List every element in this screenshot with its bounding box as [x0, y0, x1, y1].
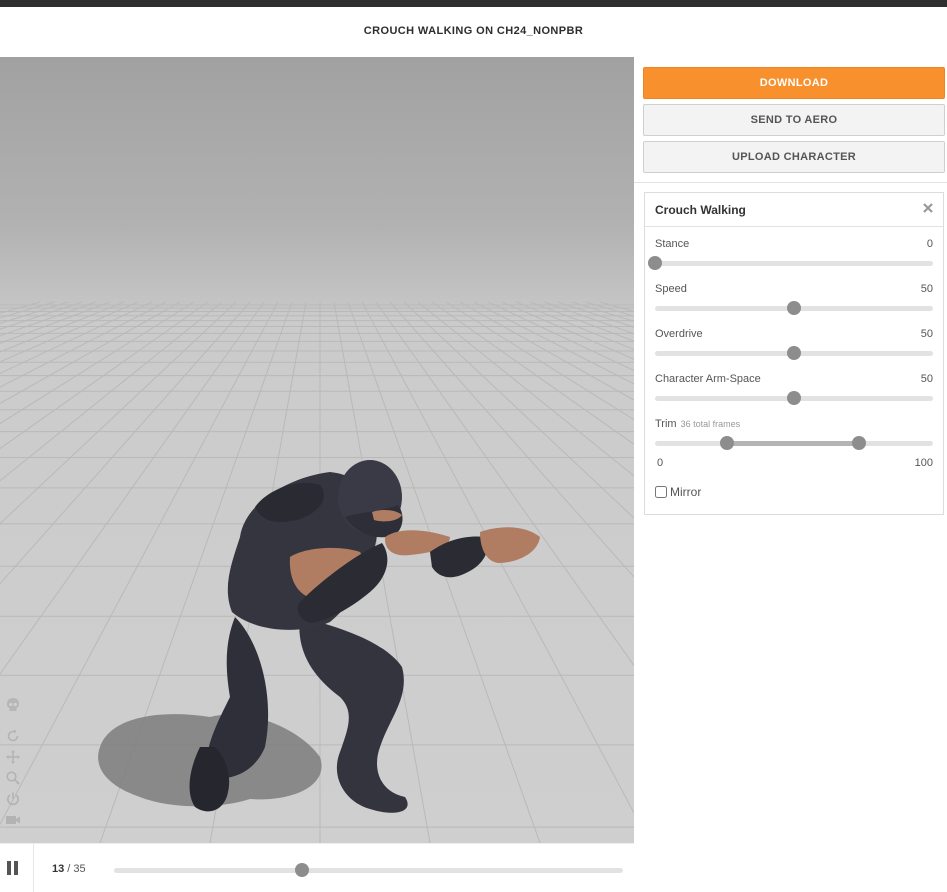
timeline-divider [33, 844, 34, 892]
viewport-toolbar [5, 697, 23, 833]
trim-range-fill [727, 441, 860, 446]
mirror-label: Mirror [670, 485, 702, 499]
trim-start-thumb[interactable] [720, 436, 735, 450]
zoom-icon[interactable] [5, 770, 21, 786]
arm-space-value: 50 [920, 373, 933, 385]
reset-icon[interactable] [5, 728, 21, 744]
stance-label: Stance [655, 238, 690, 250]
stance-value: 0 [926, 238, 933, 250]
top-window-strip [0, 0, 947, 7]
trim-label-text: Trim [655, 418, 677, 430]
playback-timeline: 13 / 35 [0, 843, 634, 892]
trim-frames-note: 36 total frames [680, 419, 741, 429]
close-icon[interactable] [921, 201, 935, 215]
pause-icon [7, 861, 11, 875]
speed-slider-thumb[interactable] [787, 301, 801, 315]
overdrive-value: 50 [920, 328, 933, 340]
total-frames: 35 [73, 863, 86, 875]
mirror-option[interactable]: Mirror [655, 485, 701, 499]
pan-icon[interactable] [5, 749, 21, 765]
trim-max-label: 100 [914, 457, 933, 469]
power-icon[interactable] [5, 791, 21, 807]
stance-slider-thumb[interactable] [648, 256, 662, 270]
overdrive-label: Overdrive [655, 328, 703, 340]
speed-value: 50 [920, 283, 933, 295]
speed-label: Speed [655, 283, 687, 295]
trim-min-label: 0 [657, 457, 664, 469]
page-title: CROUCH WALKING ON CH24_NONPBR [363, 25, 584, 37]
timeline-scrubber-thumb[interactable] [295, 863, 310, 877]
upload-character-button[interactable]: UPLOAD CHARACTER [643, 141, 945, 173]
arm-space-slider-thumb[interactable] [787, 391, 801, 405]
current-frame: 13 [52, 863, 65, 875]
trim-end-thumb[interactable] [852, 436, 867, 450]
timeline-scrubber-track[interactable] [114, 868, 623, 873]
pause-button[interactable] [7, 861, 21, 875]
title-bar: CROUCH WALKING ON CH24_NONPBR [0, 7, 947, 57]
character-figure [189, 460, 540, 813]
mirror-checkbox[interactable] [655, 486, 667, 498]
frame-counter: 13 / 35 [52, 863, 86, 875]
camera-icon[interactable] [5, 812, 21, 828]
send-to-aero-button[interactable]: SEND TO AERO [643, 104, 945, 136]
overdrive-slider-thumb[interactable] [787, 346, 801, 360]
right-panel: DOWNLOAD SEND TO AERO UPLOAD CHARACTER C… [634, 57, 947, 891]
stance-slider-track[interactable] [655, 261, 933, 266]
card-header: Crouch Walking [645, 193, 943, 227]
panel-divider [634, 182, 947, 183]
animation-title: Crouch Walking [655, 203, 746, 217]
arm-space-label: Character Arm-Space [655, 373, 761, 385]
skull-icon[interactable] [5, 697, 21, 713]
trim-label: Trim 36 total frames [655, 418, 740, 430]
scene-render [0, 301, 634, 843]
download-button[interactable]: DOWNLOAD [643, 67, 945, 99]
3d-viewport[interactable] [0, 57, 634, 843]
animation-settings-card: Crouch Walking Stance 0 Speed 50 Overdri… [644, 192, 944, 515]
